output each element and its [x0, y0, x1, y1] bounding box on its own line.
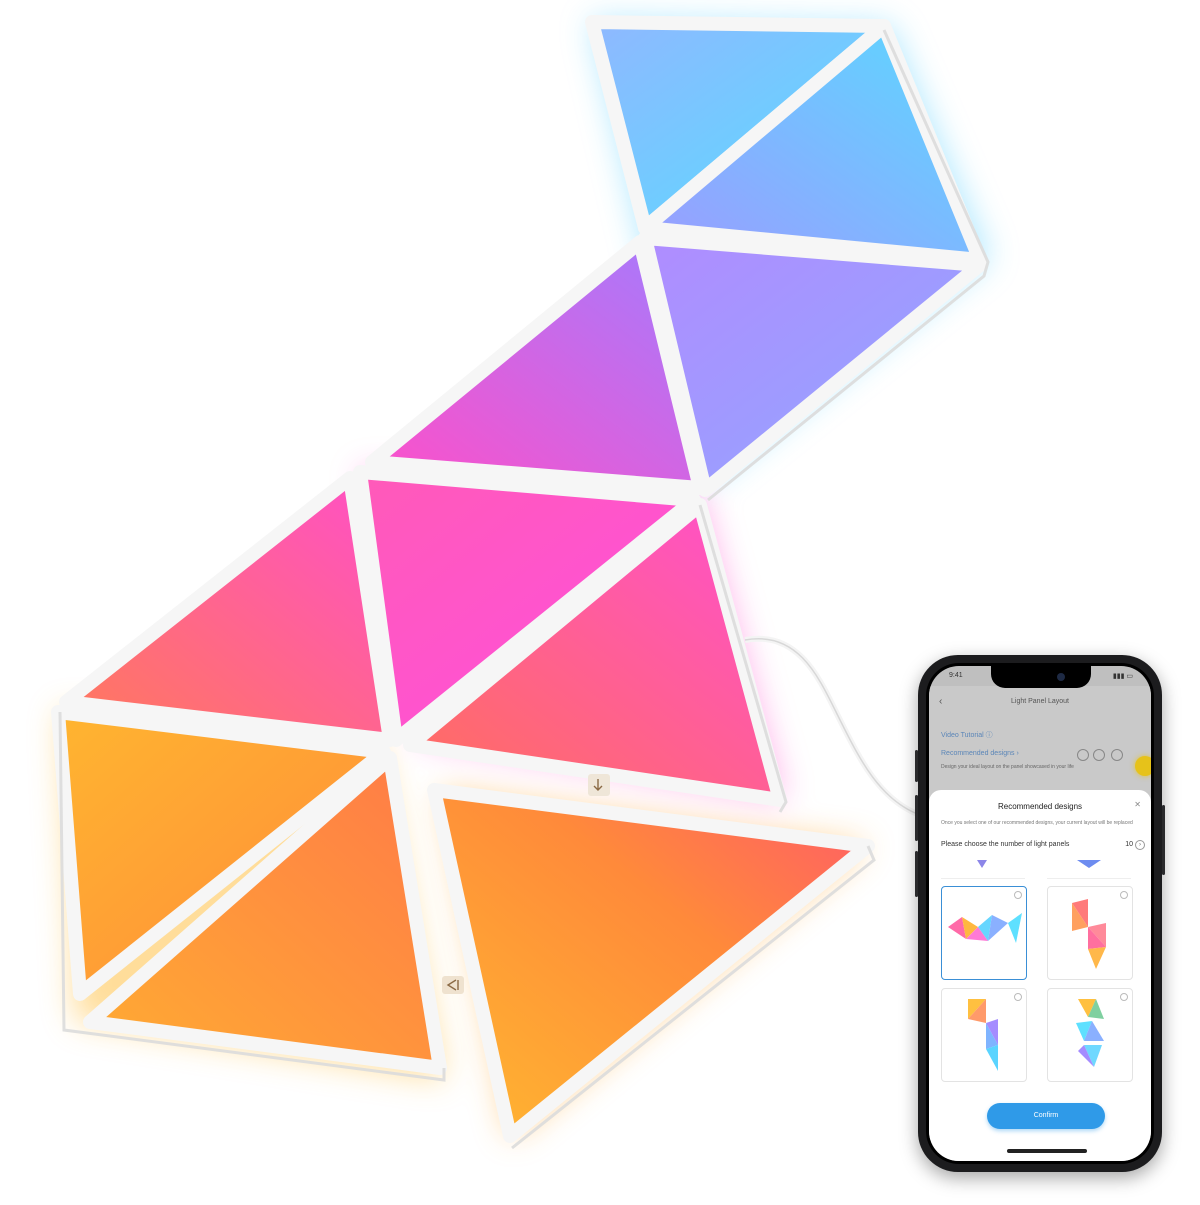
design-checkbox[interactable] — [1014, 993, 1022, 1001]
phone-notch — [991, 666, 1091, 688]
status-time: 9:41 — [949, 672, 963, 679]
phone-screen: 9:41 ▮▮▮ ▭ ‹ Light Panel Layout Video Tu… — [929, 666, 1151, 1161]
product-scene: 9:41 ▮▮▮ ▭ ‹ Light Panel Layout Video Tu… — [0, 0, 1200, 1200]
design-checkbox[interactable] — [1014, 891, 1022, 899]
design-card-partial[interactable] — [1047, 856, 1131, 879]
highlight-marker — [1135, 756, 1151, 776]
panel-triangle-10 — [427, 783, 875, 1143]
recommended-designs-modal: Recommended designs ✕ Once you select on… — [929, 790, 1151, 1161]
design-checkbox[interactable] — [1120, 993, 1128, 1001]
zigzag-design-thumbnail — [1076, 999, 1104, 1067]
wave-design-thumbnail — [948, 913, 1022, 943]
modal-title: Recommended designs — [997, 802, 1083, 811]
phone-power-button — [1162, 805, 1165, 875]
settings-icon[interactable] — [1111, 749, 1123, 761]
phone-volume-down — [915, 851, 918, 897]
nav-title: Light Panel Layout — [1011, 698, 1069, 705]
design-thumb-partial — [1077, 860, 1101, 868]
undo-icon[interactable] — [1077, 749, 1089, 761]
design-thumb-partial — [977, 860, 987, 868]
panel-count-stepper[interactable]: › — [1135, 840, 1145, 850]
design-card-zigzag[interactable] — [1047, 988, 1133, 1082]
s-shape-design-thumbnail — [1072, 899, 1106, 969]
camera-icon — [1057, 673, 1065, 681]
modal-description: Once you select one of our recommended d… — [941, 820, 1133, 826]
redo-icon[interactable] — [1093, 749, 1105, 761]
design-checkbox[interactable] — [1120, 891, 1128, 899]
close-icon[interactable]: ✕ — [1134, 800, 1141, 809]
recommended-designs-link[interactable]: Recommended designs › — [941, 750, 1019, 757]
touch-icon — [588, 774, 610, 796]
smartphone: 9:41 ▮▮▮ ▭ ‹ Light Panel Layout Video Tu… — [915, 655, 1165, 1172]
design-card-wave[interactable] — [941, 886, 1027, 980]
hook-design-thumbnail — [968, 999, 998, 1071]
arrow-icon — [442, 976, 464, 994]
phone-side-button — [915, 750, 918, 782]
battery-icon: ▮▮▮ ▭ — [1112, 673, 1133, 680]
design-card-hook[interactable] — [941, 988, 1027, 1082]
recommended-hint: Design your ideal layout on the panel sh… — [941, 764, 1074, 770]
phone-volume-up — [915, 795, 918, 841]
design-card-partial[interactable] — [941, 856, 1025, 879]
panel-count-label: Please choose the number of light panels — [941, 841, 1070, 848]
panel-triangle-7 — [59, 471, 397, 747]
panel-count-value[interactable]: 10 — [1125, 841, 1133, 848]
phone-bezel: 9:41 ▮▮▮ ▭ ‹ Light Panel Layout Video Tu… — [926, 663, 1154, 1164]
layout-editor: ‹ Light Panel Layout Video Tutorial ⓘ Re… — [929, 686, 1151, 806]
home-indicator — [1007, 1149, 1087, 1153]
design-card-s-shape[interactable] — [1047, 886, 1133, 980]
panel-triangle-4 — [365, 235, 707, 495]
video-tutorial-link[interactable]: Video Tutorial ⓘ — [941, 730, 993, 740]
confirm-button[interactable]: Confirm — [987, 1103, 1105, 1129]
